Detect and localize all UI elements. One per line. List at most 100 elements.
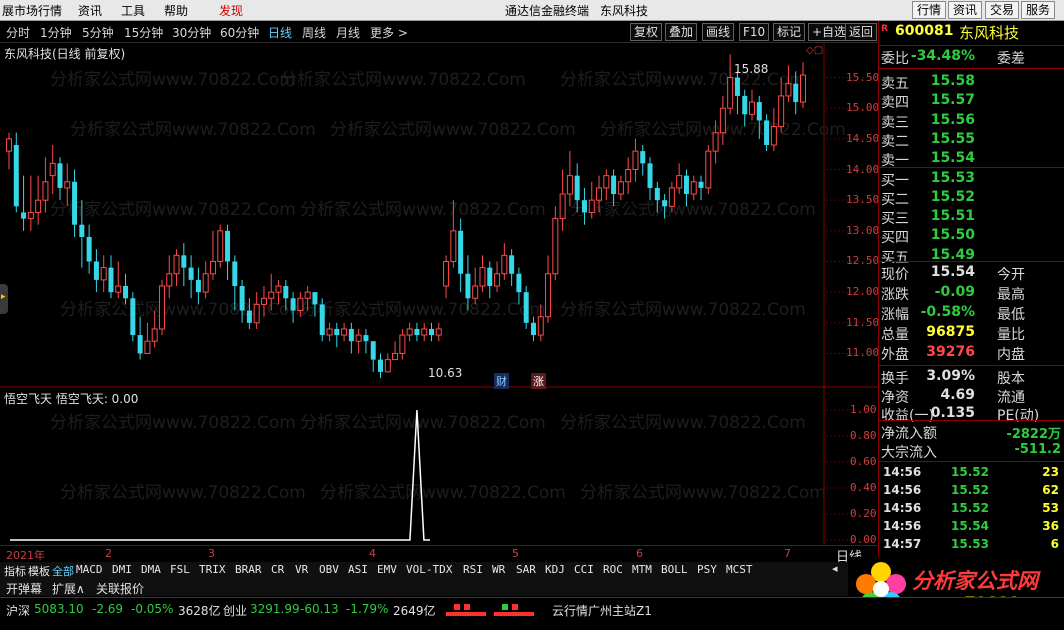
candle-body[interactable]: [93, 261, 99, 280]
candle-body[interactable]: [188, 267, 194, 280]
period-60min[interactable]: 60分钟: [220, 24, 259, 41]
candle-body[interactable]: [734, 77, 740, 96]
indicator-tab[interactable]: OBV: [319, 563, 339, 576]
indicator-tab[interactable]: FSL: [170, 563, 190, 576]
candle-body[interactable]: [793, 83, 799, 103]
candle-body[interactable]: [275, 285, 282, 293]
candle-body[interactable]: [640, 151, 646, 164]
top-tab-service[interactable]: 服务: [1021, 1, 1056, 19]
candle-body[interactable]: [232, 261, 238, 287]
indicator-tab[interactable]: RSI: [463, 563, 483, 576]
indicator-tab[interactable]: DMA: [141, 563, 161, 576]
candle-body[interactable]: [443, 260, 450, 287]
candle-body[interactable]: [108, 267, 114, 293]
scroll-left-icon[interactable]: ◂: [832, 562, 838, 575]
mark-button[interactable]: 标记: [773, 23, 806, 41]
candle-body[interactable]: [617, 181, 624, 195]
adjust-button[interactable]: 复权: [630, 23, 663, 41]
candle-body[interactable]: [355, 334, 362, 342]
candle-body[interactable]: [21, 212, 27, 219]
candle-body[interactable]: [465, 273, 471, 299]
period-weekly[interactable]: 周线: [302, 24, 326, 41]
candle-body[interactable]: [399, 334, 406, 354]
candle-body[interactable]: [421, 328, 428, 336]
menu-help[interactable]: 帮助: [164, 2, 188, 19]
candle-body[interactable]: [472, 285, 479, 299]
candle-body[interactable]: [501, 254, 508, 275]
period-30min[interactable]: 30分钟: [172, 24, 211, 41]
period-15min[interactable]: 15分钟: [124, 24, 163, 41]
indicator-chart[interactable]: 分析家公式网www.70822.Com 分析家公式网www.70822.Com 分析…: [0, 388, 878, 546]
candle-body[interactable]: [435, 328, 442, 336]
candle-body[interactable]: [312, 292, 318, 305]
indicator-tab[interactable]: EMV: [377, 563, 397, 576]
candle-body[interactable]: [756, 102, 762, 121]
overlay-button[interactable]: 叠加: [665, 23, 698, 41]
top-tab-quotes[interactable]: 行情: [912, 1, 947, 19]
candle-body[interactable]: [35, 199, 42, 213]
indicator-tab[interactable]: WR: [492, 563, 505, 576]
candle-body[interactable]: [625, 169, 632, 183]
indicator-tab[interactable]: MCST: [726, 563, 753, 576]
candle-body[interactable]: [130, 298, 136, 336]
candle-body[interactable]: [115, 285, 122, 293]
menu-discover[interactable]: 发现: [219, 2, 243, 19]
menu-tools[interactable]: 工具: [121, 2, 145, 19]
candle-body[interactable]: [800, 74, 806, 103]
indicator-tab[interactable]: VOL-TDX: [406, 563, 452, 576]
candle-body[interactable]: [479, 267, 486, 287]
indicator-tab[interactable]: ROC: [603, 563, 623, 576]
indicator-tab[interactable]: KDJ: [545, 563, 565, 576]
candle-body[interactable]: [217, 230, 224, 262]
candle-body[interactable]: [778, 95, 785, 128]
indicator-tab[interactable]: MTM: [632, 563, 652, 576]
f10-button[interactable]: F10: [739, 23, 770, 41]
top-tab-news[interactable]: 资讯: [948, 1, 983, 19]
candle-body[interactable]: [712, 132, 719, 152]
indicator-tab[interactable]: SAR: [516, 563, 536, 576]
candle-body[interactable]: [181, 255, 187, 268]
candle-body[interactable]: [516, 273, 522, 293]
candle-body[interactable]: [785, 83, 792, 97]
candle-body[interactable]: [151, 328, 158, 342]
candle-body[interactable]: [566, 175, 573, 195]
candle-body[interactable]: [195, 279, 201, 293]
candle-body[interactable]: [49, 162, 56, 177]
candle-body[interactable]: [749, 101, 756, 115]
related-quotes-tab[interactable]: 关联报价: [96, 580, 144, 597]
candle-body[interactable]: [86, 236, 92, 262]
candle-body[interactable]: [100, 267, 107, 281]
kline-chart[interactable]: 分析家公式网www.70822.Com 分析家公式网www.70822.Com 分析…: [0, 43, 879, 389]
indicator-tab[interactable]: CCI: [574, 563, 594, 576]
candle-body[interactable]: [253, 303, 260, 324]
candle-body[interactable]: [260, 297, 267, 305]
candle-body[interactable]: [27, 211, 34, 220]
candle-body[interactable]: [304, 291, 311, 299]
period-1min[interactable]: 1分钟: [40, 24, 72, 41]
candle-body[interactable]: [698, 181, 704, 188]
candle-body[interactable]: [297, 297, 304, 312]
indicator-tab[interactable]: PSY: [697, 563, 717, 576]
candle-body[interactable]: [523, 292, 529, 323]
candle-body[interactable]: [123, 286, 129, 299]
candle-body[interactable]: [414, 328, 420, 336]
finance-marker[interactable]: 财: [494, 373, 509, 389]
indicator-tab[interactable]: CR: [271, 563, 284, 576]
candle-body[interactable]: [202, 273, 209, 293]
sidebar-toggle[interactable]: ▸: [0, 284, 8, 314]
candle-body[interactable]: [326, 328, 333, 336]
candle-body[interactable]: [690, 181, 697, 195]
limit-up-marker[interactable]: 涨: [531, 373, 546, 389]
candle-body[interactable]: [334, 328, 340, 336]
candle-body[interactable]: [764, 120, 770, 145]
indicator-tab[interactable]: 全部: [52, 563, 74, 579]
candle-body[interactable]: [42, 181, 49, 201]
expand-button[interactable]: 扩展∧: [52, 580, 85, 597]
candle-body[interactable]: [450, 230, 457, 262]
candle-body[interactable]: [209, 260, 216, 275]
candle-body[interactable]: [363, 335, 369, 342]
server-status[interactable]: 云行情广州主站Z1: [552, 602, 652, 619]
period-monthly[interactable]: 月线: [336, 24, 360, 41]
candle-body[interactable]: [290, 298, 296, 311]
candle-body[interactable]: [137, 335, 143, 354]
